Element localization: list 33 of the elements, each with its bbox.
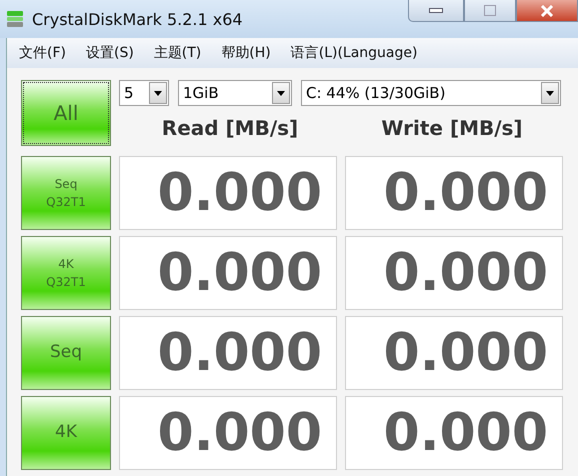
- column-header: Read [MB/s]: [160, 116, 300, 140]
- close-button[interactable]: [516, 0, 578, 22]
- result-value: 0.000: [119, 316, 337, 390]
- result-value: 0.000: [345, 396, 563, 470]
- caret-icon: [546, 90, 554, 96]
- menu-item[interactable]: 主题(T): [154, 44, 202, 62]
- dropdown[interactable]: 1GiB: [178, 80, 292, 106]
- result-value: 0.000: [345, 236, 563, 310]
- dropdown[interactable]: C: 44% (13/30GiB): [301, 80, 561, 106]
- test-button[interactable]: Seq: [21, 316, 111, 390]
- menu-item[interactable]: 语言(L)(Language): [290, 44, 418, 62]
- minimize-button[interactable]: [408, 0, 464, 22]
- result-value: 0.000: [119, 396, 337, 470]
- maximize-icon: [484, 5, 496, 16]
- menu-item[interactable]: 设置(S): [86, 44, 134, 62]
- test-button[interactable]: Seq Q32T1: [21, 156, 111, 230]
- menu-item[interactable]: 帮助(H): [221, 44, 271, 62]
- minimize-icon: [429, 8, 443, 14]
- window-title: CrystalDiskMark 5.2.1 x64: [32, 10, 244, 28]
- caret-icon: [277, 90, 285, 96]
- result-value: 0.000: [119, 236, 337, 310]
- result-value: 0.000: [345, 316, 563, 390]
- close-icon: [540, 4, 554, 16]
- menu-item[interactable]: 文件(F): [19, 44, 66, 62]
- all-button[interactable]: All: [21, 80, 111, 146]
- app-icon: [6, 10, 24, 28]
- result-value: 0.000: [119, 156, 337, 230]
- test-button[interactable]: 4K Q32T1: [21, 236, 111, 310]
- result-value: 0.000: [345, 156, 563, 230]
- test-button[interactable]: 4K: [21, 396, 111, 470]
- column-header: Write [MB/s]: [380, 116, 524, 140]
- dropdown[interactable]: 5: [119, 80, 169, 106]
- caret-icon: [154, 90, 162, 96]
